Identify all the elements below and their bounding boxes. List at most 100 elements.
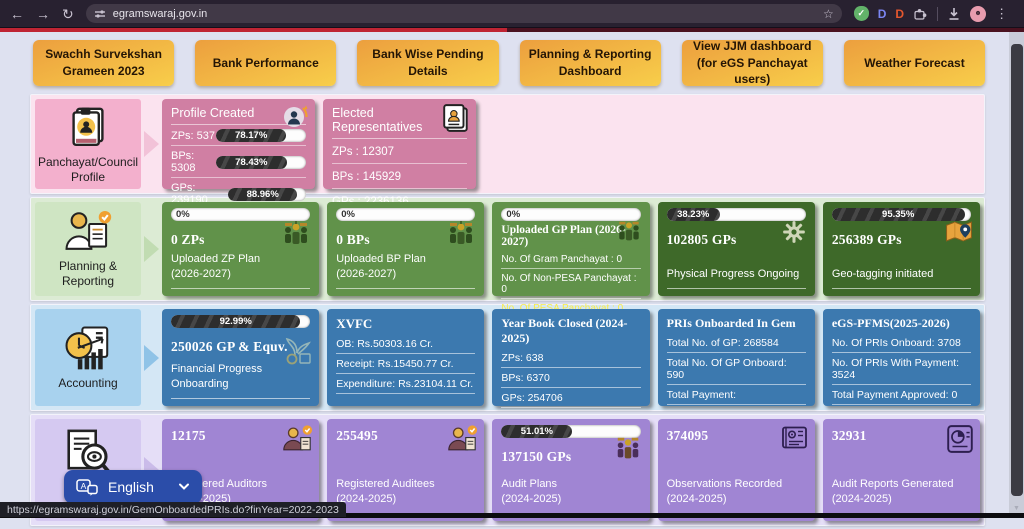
- card-registered-auditees[interactable]: 255495 Registered Auditees (2024-2025): [327, 419, 484, 521]
- url-text[interactable]: egramswaraj.gov.in: [113, 8, 816, 20]
- quicklink-bank-wise-pending[interactable]: Bank Wise Pending Details: [357, 40, 498, 86]
- card-physical-progress[interactable]: 38.23% 102805 GPs Physical Progress Ongo…: [658, 202, 815, 296]
- card-audit-reports-generated[interactable]: 32931 Audit Reports Generated (2024-2025…: [823, 419, 980, 521]
- download-icon[interactable]: [947, 7, 961, 21]
- section-arrow-icon: [144, 345, 159, 371]
- people-group-icon: [614, 218, 644, 245]
- progress-label: 0%: [341, 208, 355, 221]
- progress-label: 0%: [176, 208, 190, 221]
- progress-fill: 88.96%: [228, 188, 297, 201]
- panchayat-profile-icon: [64, 104, 112, 152]
- elected-row-bp: BPs : 145929: [332, 164, 467, 189]
- section-arrow-icon: [144, 131, 159, 157]
- progress-bar: 88.96%: [228, 188, 306, 201]
- card-elected-representatives[interactable]: Elected Representatives ZPs : 12307 BPs …: [323, 99, 476, 189]
- card-year-book-closed[interactable]: Year Book Closed (2024-2025) ZPs: 638 BP…: [492, 309, 649, 406]
- section-arrow-icon: [144, 236, 159, 262]
- auditor-person-icon: [281, 424, 313, 453]
- address-bar[interactable]: egramswaraj.gov.in ☆: [86, 4, 842, 23]
- id-badge-icon: [442, 103, 470, 133]
- card-row: No. Of Gram Panchayat : 0: [501, 250, 640, 269]
- bookmark-star-icon[interactable]: ☆: [823, 7, 834, 21]
- card-subtitle: Uploaded ZP Plan (2026-2027): [171, 252, 310, 289]
- card-uploaded-zp-plan[interactable]: 0% 0 ZPs Uploaded ZP Plan (2026-2027): [162, 202, 319, 296]
- accounting-icon: [62, 325, 114, 373]
- chrome-menu-icon[interactable]: ⋮: [995, 6, 1008, 22]
- map-pin-icon: [944, 218, 974, 245]
- progress-bar: 92.99%: [171, 315, 310, 328]
- profile-row-zp: ZPs: 537 78.17%: [171, 125, 306, 146]
- card-financial-progress[interactable]: 92.99% 250026 GP & Equv. Financial Progr…: [162, 309, 319, 406]
- card-title: Year Book Closed (2024-2025): [501, 316, 640, 346]
- scroll-down-arrow-icon[interactable]: ▼: [1013, 505, 1020, 512]
- sidebar-item-accounting[interactable]: Accounting: [35, 309, 141, 406]
- chevron-down-icon: [178, 483, 190, 491]
- page-load-progress: [0, 28, 507, 32]
- quicklink-planning-reporting-dashboard[interactable]: Planning & Reporting Dashboard: [520, 40, 661, 86]
- notebook-gear-icon: [779, 425, 809, 450]
- quicklink-bank-performance[interactable]: Bank Performance: [195, 40, 336, 86]
- card-row: No. Of Non-PESA Panchayat : 0: [501, 269, 640, 299]
- extension-d-orange-icon[interactable]: D: [895, 7, 904, 21]
- card-audit-plans[interactable]: 51.01% 137150 GPs Audit Plans (2024-2025…: [492, 419, 649, 521]
- card-subtitle: Financial Progress Onboarding: [171, 362, 310, 399]
- profile-avatar[interactable]: ☻: [970, 6, 986, 22]
- auditor-person-icon: [446, 424, 478, 453]
- section-label-text: Planning & Reporting: [35, 259, 141, 289]
- card-egs-pfms[interactable]: eGS-PFMS(2025-2026) No. Of PRIs Onboard:…: [823, 309, 980, 406]
- card-observations-recorded[interactable]: 374095 Observations Recorded (2024-2025): [658, 419, 815, 521]
- quicklink-weather-forecast[interactable]: Weather Forecast: [844, 40, 985, 86]
- planning-reporting-icon: [62, 210, 114, 256]
- progress-bar: 78.17%: [216, 129, 306, 142]
- card-title: XVFC: [336, 316, 475, 332]
- card-row: GPs: 254706: [501, 388, 640, 408]
- row-label: ZPs: 537: [171, 130, 215, 142]
- language-label: English: [108, 479, 168, 495]
- card-xvfc[interactable]: XVFC OB: Rs.50303.16 Cr. Receipt: Rs.154…: [327, 309, 484, 406]
- card-row: No. Of PRIs Onboard: 3708: [832, 333, 971, 353]
- quicklink-jjm-dashboard[interactable]: View JJM dashboard (for eGS Panchayat us…: [682, 40, 823, 86]
- language-selector-button[interactable]: A English: [64, 470, 202, 504]
- sidebar-item-panchayat-profile[interactable]: Panchayat/Council Profile: [35, 99, 141, 189]
- sidebar-item-planning-reporting[interactable]: Planning & Reporting: [35, 202, 141, 296]
- extension-d-blue-icon[interactable]: D: [878, 7, 887, 21]
- progress-fill: 78.43%: [216, 156, 287, 169]
- card-pris-onboarded-gem[interactable]: PRIs Onboarded In Gem Total No. of GP: 2…: [658, 309, 815, 406]
- section-planning-reporting: Planning & Reporting 0% 0 ZPs Uploaded Z…: [30, 197, 985, 301]
- card-uploaded-bp-plan[interactable]: 0% 0 BPs Uploaded BP Plan (2026-2027): [327, 202, 484, 296]
- svg-text:A: A: [81, 480, 87, 490]
- card-row: ZPs: 638: [501, 348, 640, 368]
- people-group-icon: [279, 219, 313, 249]
- adblock-shield-icon[interactable]: ✓: [854, 6, 869, 21]
- card-title: PRIs Onboarded In Gem: [667, 316, 806, 331]
- card-subtitle: Uploaded BP Plan (2026-2027): [336, 252, 475, 289]
- browser-toolbar: ← → ↻ egramswaraj.gov.in ☆ ✓ D D ☻ ⋮: [0, 0, 1024, 28]
- row-label: BPs: 5308: [171, 150, 216, 174]
- site-info-icon[interactable]: [94, 9, 106, 19]
- reload-icon[interactable]: ↻: [62, 7, 74, 21]
- back-icon[interactable]: ←: [10, 7, 24, 21]
- section-label-text: Panchayat/Council Profile: [35, 155, 141, 185]
- profile-row-bp: BPs: 5308 78.43%: [171, 146, 306, 178]
- card-profile-created[interactable]: Profile Created ZPs: 537 78.17% BPs: 530…: [162, 99, 315, 189]
- card-subtitle: Audit Plans (2024-2025): [501, 477, 640, 514]
- page-scrollbar[interactable]: ▼: [1009, 32, 1024, 513]
- card-row: Total Payment Approved: 0: [832, 385, 971, 405]
- people-group-icon: [444, 219, 478, 249]
- forward-icon[interactable]: →: [36, 7, 50, 21]
- card-row: Receipt: Rs.15450.77 Cr.: [336, 354, 475, 374]
- quick-links-row: Swachh Survekshan Grameen 2023 Bank Perf…: [33, 40, 985, 86]
- card-title: eGS-PFMS(2025-2026): [832, 316, 971, 331]
- card-subtitle: Geo-tagging initiated: [832, 267, 971, 289]
- card-row: No. Of PRIs With Payment: 3524: [832, 353, 971, 385]
- dashboard-sections: Panchayat/Council Profile Profile Create…: [30, 94, 985, 529]
- card-subtitle: Physical Progress Ongoing: [667, 267, 806, 289]
- toolbar-separator: [937, 7, 938, 21]
- card-uploaded-gp-plan[interactable]: 0% Uploaded GP Plan (2026-2027) No. Of G…: [492, 202, 649, 296]
- quicklink-swachh-survekshan[interactable]: Swachh Survekshan Grameen 2023: [33, 40, 174, 86]
- card-geo-tagging[interactable]: 95.35% 256389 GPs Geo-tagging initiated: [823, 202, 980, 296]
- elected-row-zp: ZPs : 12307: [332, 139, 467, 164]
- scrollbar-thumb[interactable]: [1011, 44, 1023, 496]
- card-subtitle: Audit Reports Generated (2024-2025): [832, 477, 971, 514]
- extensions-puzzle-icon[interactable]: [913, 6, 928, 21]
